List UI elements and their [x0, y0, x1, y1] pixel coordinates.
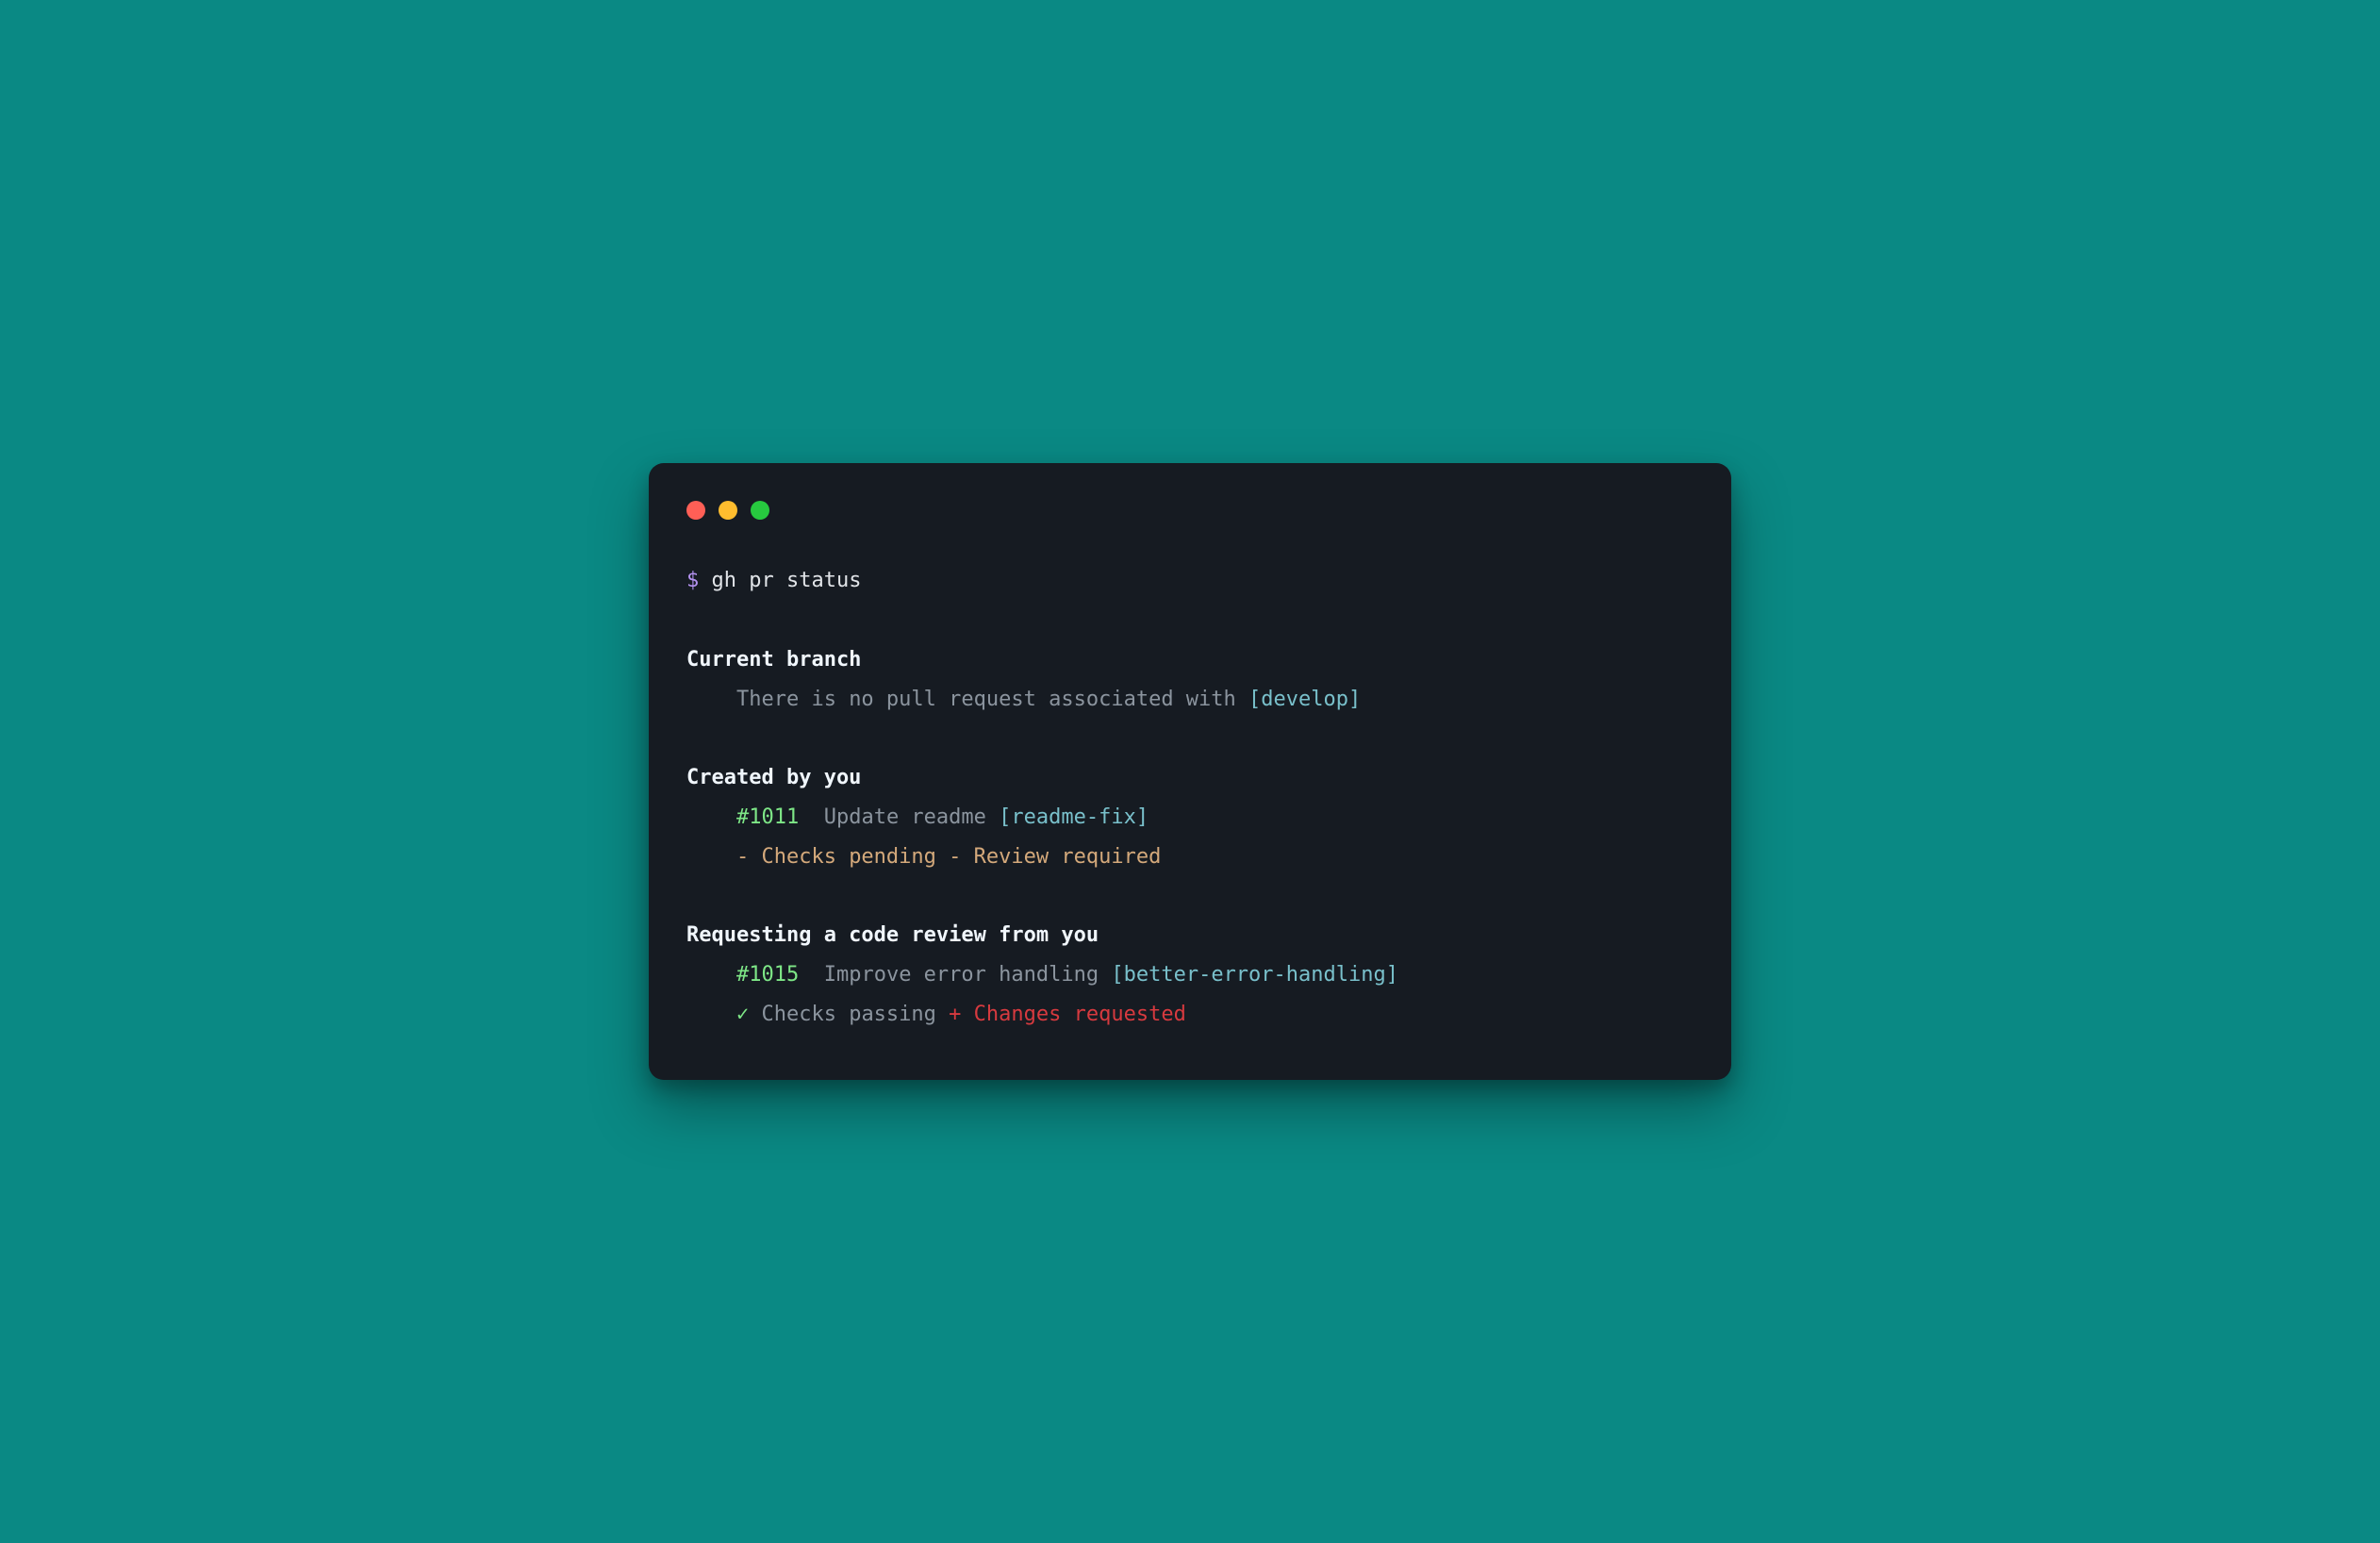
terminal-window: $ gh pr status Current branch There is n… [649, 463, 1731, 1080]
checks-passing-text: Checks passing [749, 1003, 949, 1026]
check-mark-icon: ✓ [736, 1003, 749, 1026]
window-controls [686, 501, 1694, 520]
changes-requested-text: Changes requested [961, 1003, 1185, 1026]
current-branch-name: [develop] [1248, 688, 1361, 711]
changes-mark: + [949, 1003, 961, 1026]
minimize-icon[interactable] [719, 501, 737, 520]
current-branch-message: There is no pull request associated with [736, 688, 1248, 711]
section-heading-created-by-you: Created by you [686, 766, 861, 789]
pr-branch: [readme-fix] [999, 805, 1149, 829]
pr-title: Update readme [824, 805, 999, 829]
maximize-icon[interactable] [751, 501, 769, 520]
pr-status-line: - Checks pending - Review required [736, 845, 1161, 869]
pr-title: Improve error handling [824, 963, 1112, 987]
terminal-output: $ gh pr status Current branch There is n… [686, 561, 1694, 1035]
section-heading-requesting-review: Requesting a code review from you [686, 923, 1099, 947]
prompt-symbol: $ [686, 569, 699, 592]
pr-number: #1015 [736, 963, 799, 987]
pr-branch: [better-error-handling] [1111, 963, 1398, 987]
section-heading-current-branch: Current branch [686, 648, 861, 672]
pr-number: #1011 [736, 805, 799, 829]
close-icon[interactable] [686, 501, 705, 520]
command-text: gh pr status [712, 569, 862, 592]
